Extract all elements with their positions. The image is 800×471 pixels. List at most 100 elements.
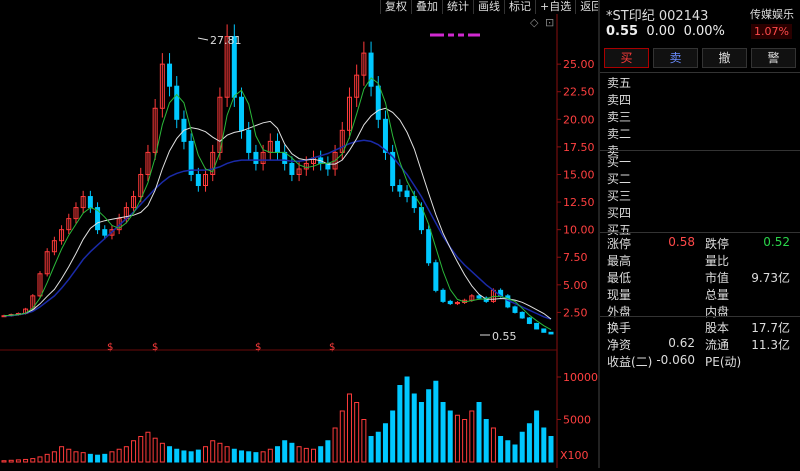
volume-bar (346, 393, 352, 463)
volume-bar (534, 410, 540, 463)
volume-bar (102, 453, 108, 463)
volume-bar (411, 393, 417, 463)
volume-bar (181, 450, 187, 463)
volume-bar (490, 427, 496, 463)
volume-ratio-label: 量比 (705, 254, 730, 268)
volume-bar (73, 451, 79, 463)
toolbar-item[interactable]: 画线 (473, 0, 504, 14)
candle-body (87, 196, 93, 209)
volume-bar (174, 448, 180, 463)
kline-chart[interactable]: ◇ ⊡ 25.00 22.50 20.00 17.50 15.00 12.50 10.00 7… (0, 0, 598, 468)
candle-body (167, 63, 173, 87)
volume-bar (426, 389, 432, 463)
alert-button[interactable]: 警 (751, 48, 796, 68)
bid-1: 买一 (607, 155, 632, 169)
volume-bar (447, 410, 453, 463)
volume-bar (418, 402, 424, 463)
price-tick-label: 20.00 (563, 113, 595, 126)
volume-bar (469, 410, 475, 463)
candle-body (102, 229, 108, 236)
volume-bar (296, 446, 302, 463)
volume-bar (145, 431, 151, 463)
market-cap-label: 市值 (705, 271, 730, 285)
volume-bar (231, 448, 237, 463)
limit-up-label: 涨停 (607, 237, 632, 251)
high-label: 最高 (607, 254, 632, 268)
market-cap-value: 9.73亿 (751, 271, 790, 285)
high-annotation: 27.81 (210, 34, 242, 47)
volume-bar (433, 380, 439, 463)
price-change: 0.00 (646, 24, 676, 39)
volume-bar (310, 448, 316, 463)
candle-body (512, 306, 518, 313)
volume-bar (37, 456, 43, 463)
volume-bar (289, 442, 295, 463)
volume-bar (512, 444, 518, 463)
volume-bar (462, 419, 468, 463)
volume-bar (167, 446, 173, 463)
volume-bar (483, 419, 489, 463)
price-tick-label: 22.50 (563, 86, 595, 99)
volume-bar (375, 431, 381, 463)
volume-bar (15, 459, 21, 463)
divider (600, 316, 800, 317)
volume-bar (51, 451, 57, 463)
volume-tick-label: 10000 (563, 371, 598, 384)
volume-bar (498, 436, 504, 463)
volume-bar (116, 448, 122, 463)
volume-bar (253, 452, 259, 463)
float-shares-value: 11.3亿 (751, 338, 790, 352)
candle-body (447, 300, 453, 305)
price-change-pct: 0.00% (683, 24, 725, 39)
candle-body (239, 96, 245, 131)
divider (600, 232, 800, 233)
volume-bar (138, 436, 144, 463)
candle-body (368, 52, 374, 87)
volume-bar (325, 440, 331, 463)
volume-bar (368, 436, 374, 463)
price-tick-label: 10.00 (563, 224, 595, 237)
price-tick-label: 25.00 (563, 58, 595, 71)
ask-4: 卖四 (607, 93, 632, 107)
volume-bar (8, 459, 14, 463)
volume-bar (1, 460, 7, 463)
volume-bar (541, 427, 547, 463)
volume-bar (109, 451, 115, 463)
candle-body (275, 140, 280, 153)
sell-button[interactable]: 卖 (653, 48, 698, 68)
ma-blue-line (4, 139, 552, 320)
sector-name[interactable]: 传媒娱乐 (750, 6, 794, 22)
candle-body (519, 311, 525, 319)
price-value: 0.55 (606, 24, 639, 39)
bid-2: 买二 (607, 172, 632, 186)
toolbar-item[interactable]: 统计 (442, 0, 473, 14)
float-shares-label: 流通 (705, 338, 730, 352)
diamond-icon: ◇ (530, 16, 539, 29)
candle-body (174, 85, 180, 120)
candle-body (397, 185, 403, 192)
toolbar-item[interactable]: 标记 (504, 0, 535, 14)
volume-bar (318, 446, 324, 463)
bid-3: 买三 (607, 189, 632, 203)
toolbar-item[interactable]: 叠加 (411, 0, 442, 14)
buy-button[interactable]: 买 (604, 48, 649, 68)
volume-bar (339, 410, 345, 463)
candle-body (426, 229, 432, 264)
share-capital-label: 股本 (705, 321, 730, 335)
bid-4: 买四 (607, 206, 632, 220)
kline-chart-area[interactable]: ◇ ⊡ 25.00 22.50 20.00 17.50 15.00 12.50 10.00 7… (0, 0, 602, 468)
price-tick-label: 15.00 (563, 168, 595, 181)
volume-bar (275, 446, 280, 463)
volume-unit-label: X100 (560, 449, 589, 462)
volume-bar (390, 410, 396, 463)
cancel-order-button[interactable]: 撤 (702, 48, 747, 68)
volume-bar (282, 440, 288, 463)
sector-change: 1.07% (751, 24, 792, 39)
volume-bar (195, 449, 201, 463)
toolbar-item[interactable]: 复权 (380, 0, 411, 14)
volume-bar (188, 451, 194, 463)
toolbar-item[interactable]: +自选 (535, 0, 575, 14)
divider (600, 72, 800, 73)
volume-bar (66, 448, 72, 463)
price-tick-label: 2.50 (563, 306, 588, 319)
